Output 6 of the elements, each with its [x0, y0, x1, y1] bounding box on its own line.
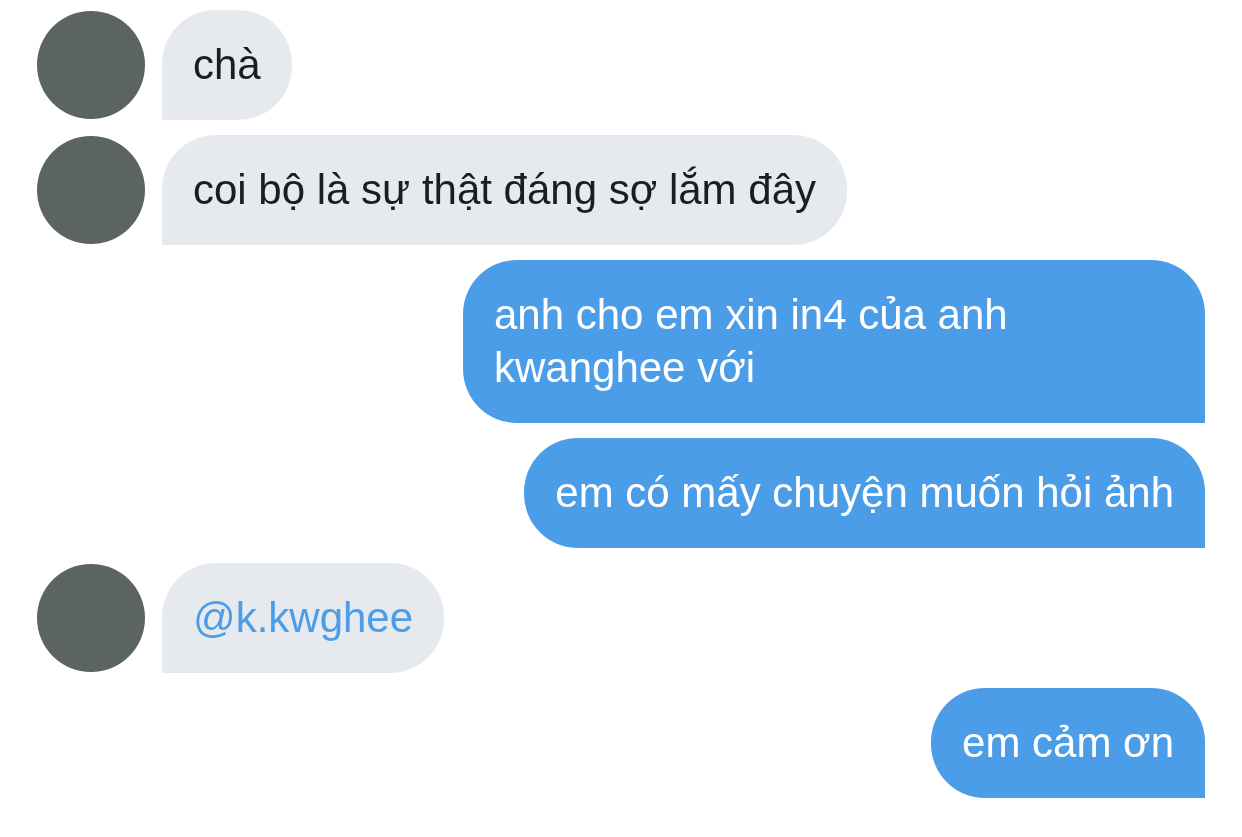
message-bubble: chà — [162, 10, 292, 120]
message-bubble: coi bộ là sự thật đáng sợ lắm đây — [162, 135, 847, 245]
message-bubble: anh cho em xin in4 của anh kwanghee với — [463, 260, 1205, 423]
message-bubble: em có mấy chuyện muốn hỏi ảnh — [524, 438, 1205, 548]
message-bubble: em cảm ơn — [931, 688, 1205, 798]
username-link[interactable]: @k.kwghee — [193, 594, 414, 641]
